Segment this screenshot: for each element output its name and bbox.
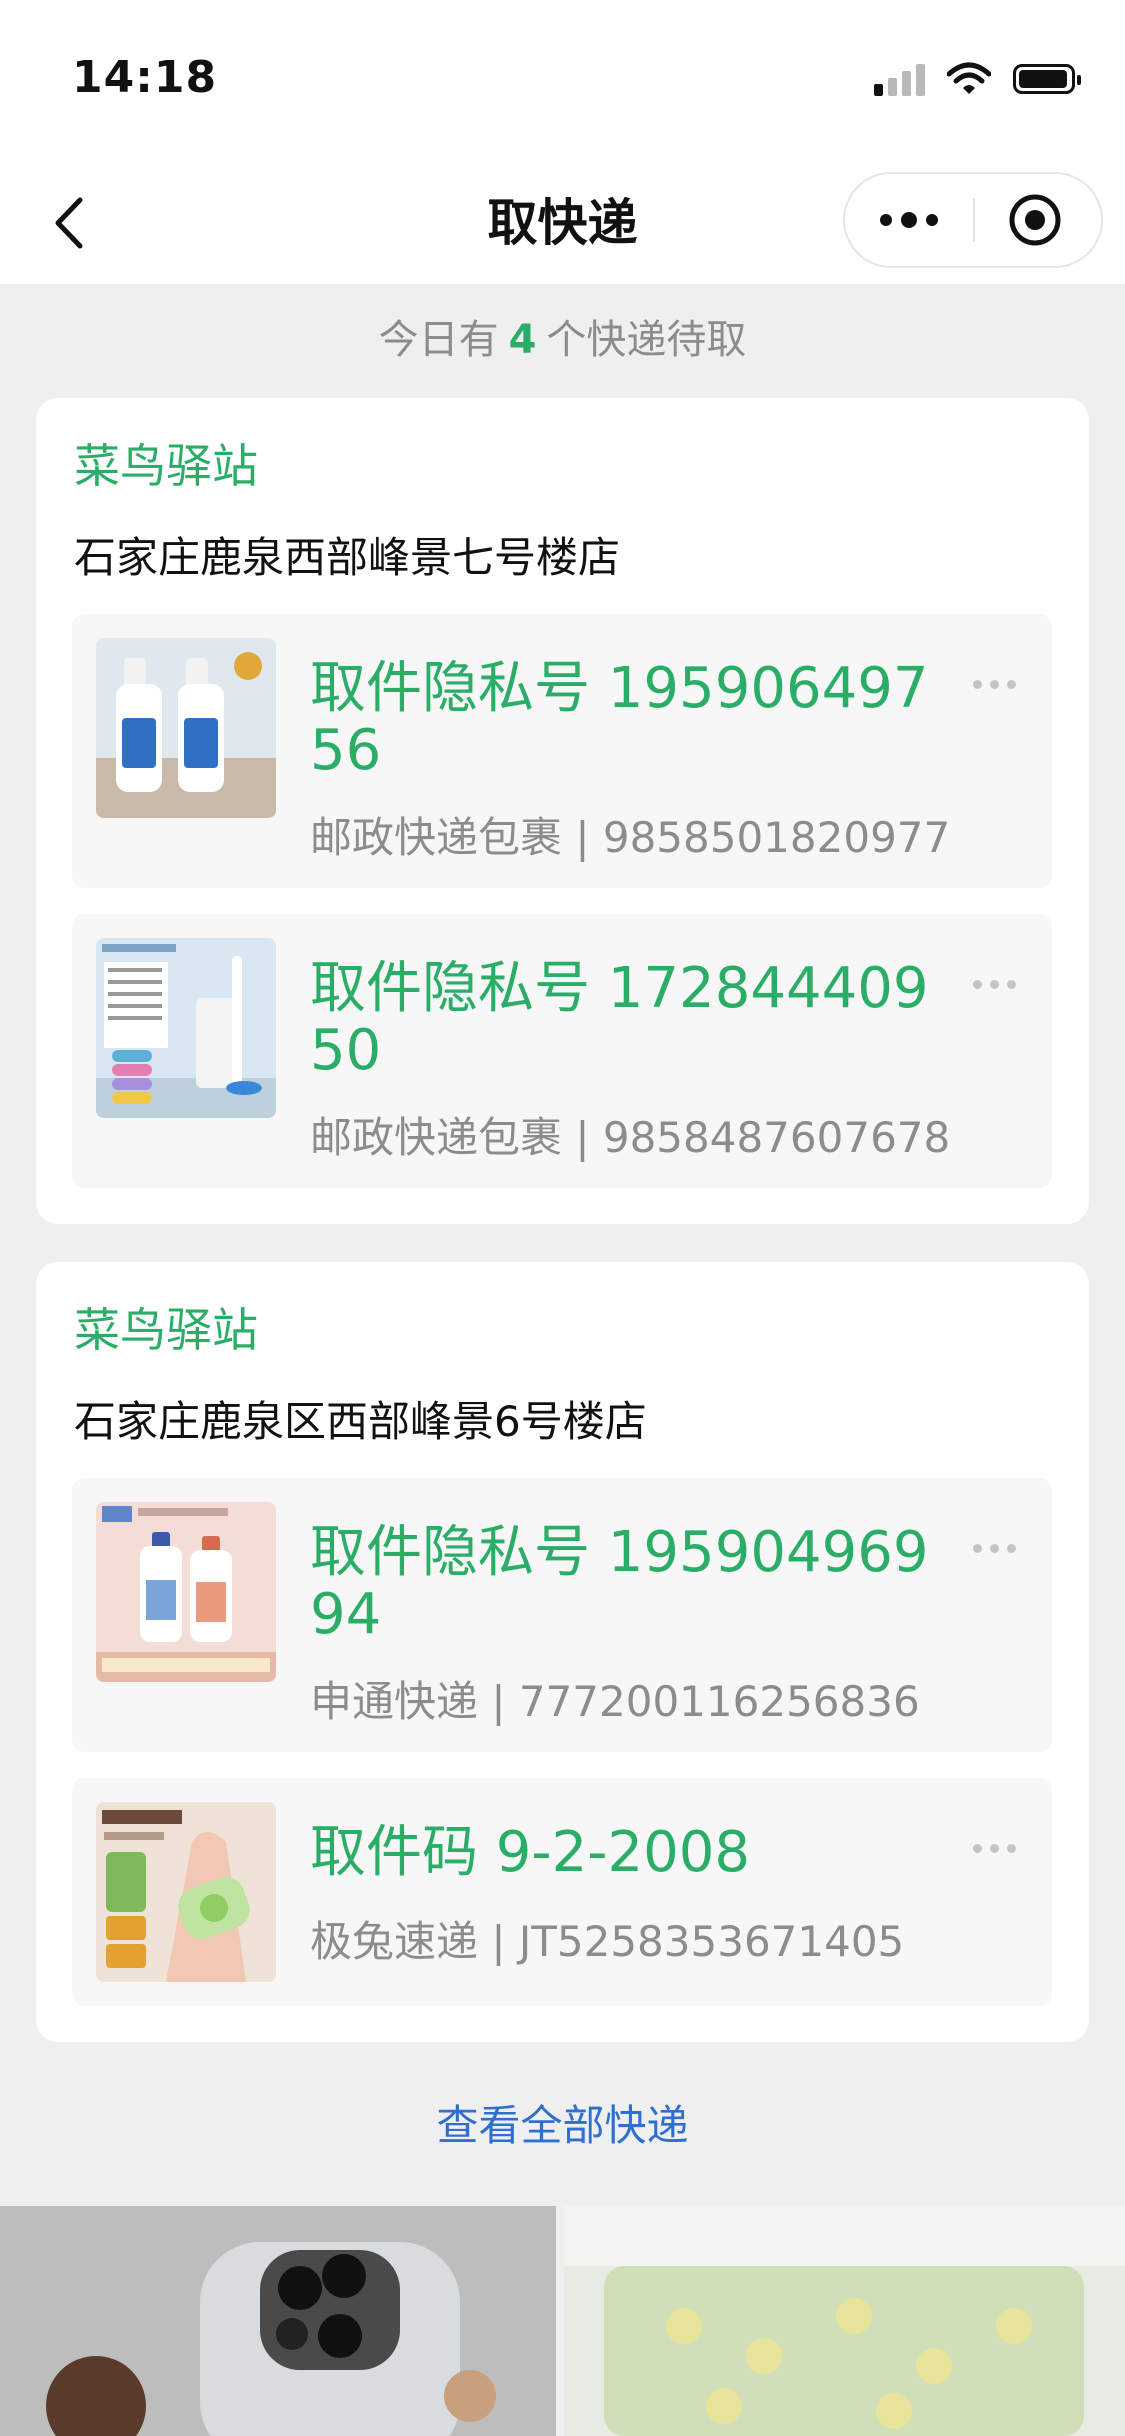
product-thumbnail — [96, 1502, 276, 1682]
capsule-divider — [973, 198, 975, 242]
product-thumbnail — [96, 1802, 276, 1982]
station-name: 菜鸟驿站 — [74, 439, 258, 493]
parcel-item[interactable]: 取件隐私号 19590496994 申通快递 | 777200116256836 — [72, 1478, 1052, 1752]
carrier-tracking: 邮政快递包裹 | 9858501820977 — [310, 813, 951, 862]
more-icon — [880, 214, 892, 226]
more-dots-icon[interactable] — [973, 980, 1016, 989]
mini-program-capsule — [843, 172, 1103, 268]
product-thumbnail — [96, 938, 276, 1118]
parcel-item[interactable]: 取件码 9-2-2008 极兔速递 | JT5258353671405 — [72, 1778, 1052, 2006]
pending-count: 4 — [508, 317, 537, 363]
view-all-parcels-link[interactable]: 查看全部快递 — [0, 2096, 1125, 2156]
close-mini-program-button[interactable] — [1007, 192, 1063, 248]
feed-item-blanket[interactable] — [564, 2206, 1125, 2436]
parcel-item[interactable]: 取件隐私号 19590649756 邮政快递包裹 | 9858501820977 — [72, 614, 1052, 888]
pickup-code: 取件隐私号 17284440950 — [310, 956, 929, 1083]
pickup-code: 取件隐私号 19590649756 — [310, 656, 929, 783]
status-bar: 14:18 — [0, 0, 1125, 160]
parcel-item[interactable]: 取件隐私号 17284440950 邮政快递包裹 | 9858487607678 — [72, 914, 1052, 1188]
wifi-icon — [947, 62, 991, 94]
carrier-tracking: 极兔速递 | JT5258353671405 — [310, 1917, 905, 1966]
summary-prefix: 今日有 — [378, 317, 499, 363]
more-button[interactable] — [845, 174, 973, 266]
station-card: 菜鸟驿站 石家庄鹿泉西部峰景七号楼店 取件隐私号 19590649756 邮政快… — [36, 398, 1089, 1224]
station-card: 菜鸟驿站 石家庄鹿泉区西部峰景6号楼店 取件隐私号 19590496994 申通… — [36, 1262, 1089, 2042]
signal-icon — [874, 62, 925, 96]
pickup-code: 取件隐私号 19590496994 — [310, 1520, 929, 1647]
summary-suffix: 个快递待取 — [546, 317, 747, 363]
close-mini-program-icon — [1009, 194, 1061, 246]
more-dots-icon[interactable] — [973, 1544, 1016, 1553]
more-dots-icon[interactable] — [973, 680, 1016, 689]
status-icons — [874, 62, 1081, 96]
more-dots-icon[interactable] — [973, 1844, 1016, 1853]
station-address: 石家庄鹿泉西部峰景七号楼店 — [74, 533, 621, 582]
station-address: 石家庄鹿泉区西部峰景6号楼店 — [74, 1397, 647, 1446]
battery-icon — [1013, 64, 1081, 94]
status-time: 14:18 — [72, 52, 218, 103]
feed-item-phone-case[interactable] — [0, 2206, 556, 2436]
product-thumbnail — [96, 638, 276, 818]
carrier-tracking: 申通快递 | 777200116256836 — [310, 1677, 920, 1726]
pickup-code: 取件码 9-2-2008 — [310, 1820, 750, 1885]
carrier-tracking: 邮政快递包裹 | 9858487607678 — [310, 1113, 951, 1162]
nav-bar: 取快递 — [0, 160, 1125, 284]
station-name: 菜鸟驿站 — [74, 1303, 258, 1357]
pending-summary: 今日有 4 个快递待取 — [0, 312, 1125, 368]
